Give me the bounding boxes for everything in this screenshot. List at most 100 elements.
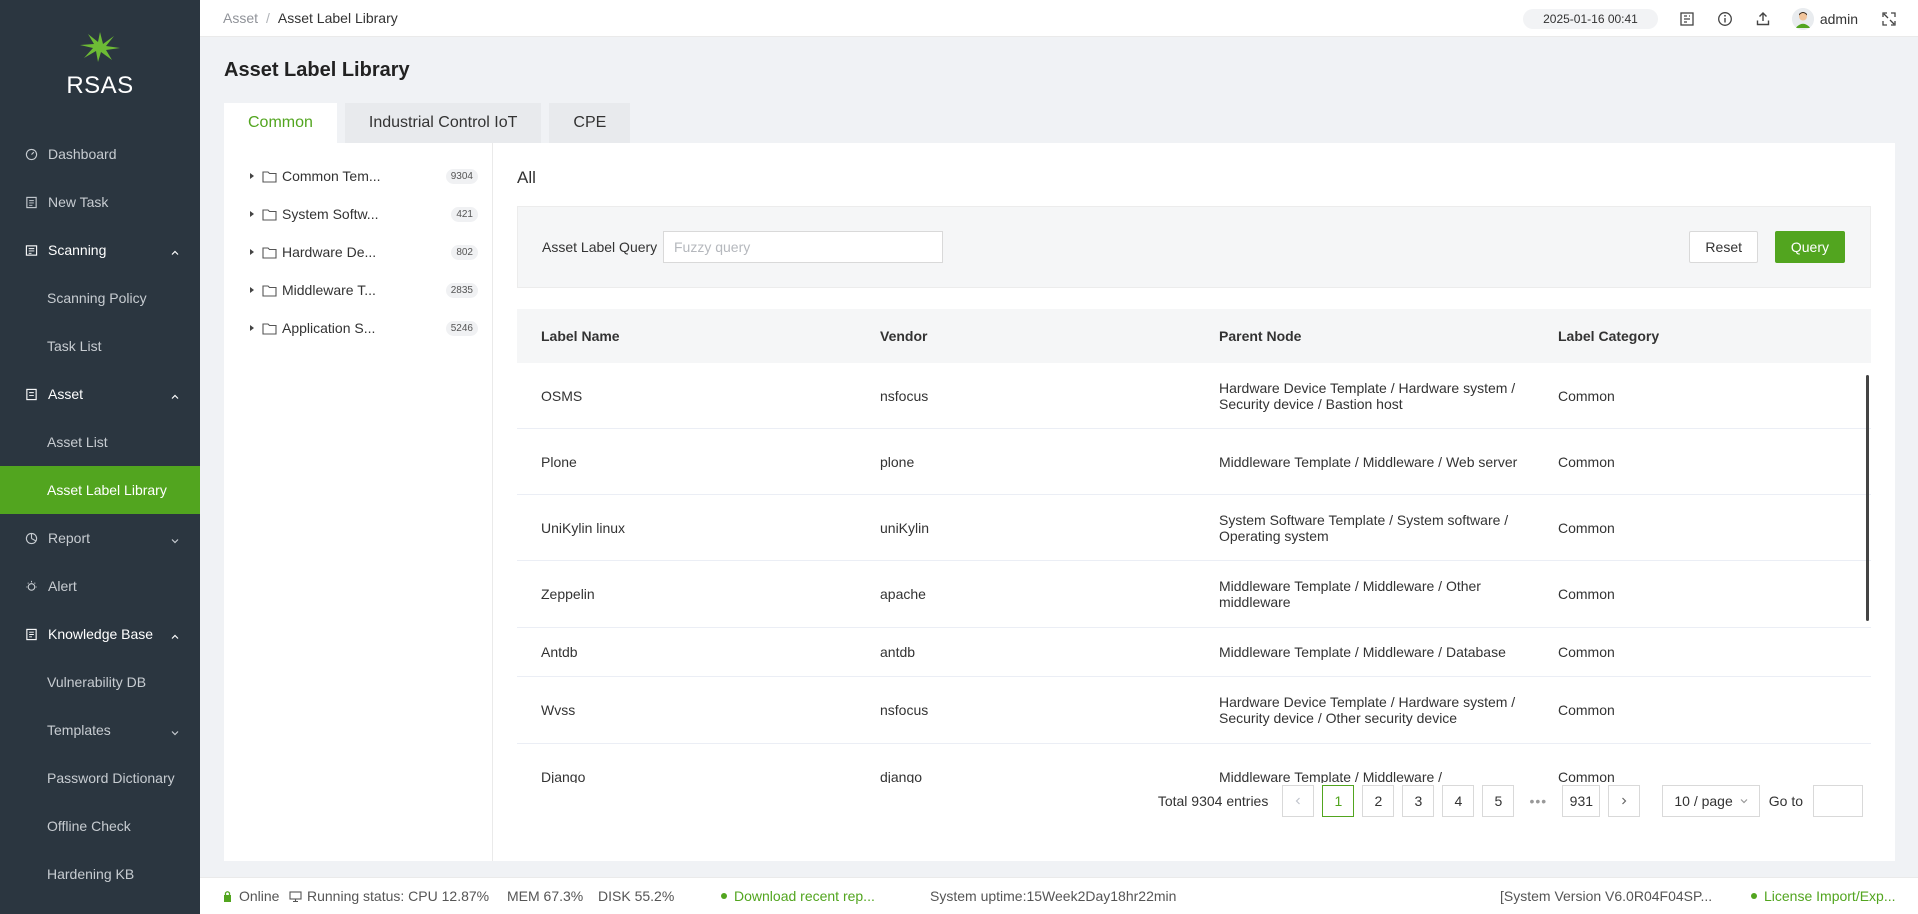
- tab-cpe[interactable]: CPE: [549, 103, 631, 143]
- content-card: Common Tem... 9304 System Softw... 421 Hardw…: [224, 143, 1895, 861]
- cell-vendor: uniKylin: [880, 519, 930, 536]
- breadcrumb-separator: /: [266, 10, 270, 26]
- info-icon[interactable]: [1716, 10, 1734, 28]
- sidebar-item-scanning[interactable]: Scanning: [0, 226, 200, 274]
- query-button[interactable]: Query: [1774, 231, 1845, 263]
- download-recent-report-link[interactable]: Download recent rep...: [721, 888, 875, 904]
- goto-page-input[interactable]: [1813, 785, 1863, 817]
- page-size-select[interactable]: 10 / page: [1662, 785, 1760, 817]
- sidebar-item-alert[interactable]: Alert: [0, 562, 200, 610]
- column-header-label-name[interactable]: Label Name: [541, 328, 620, 344]
- column-header-vendor[interactable]: Vendor: [880, 328, 927, 344]
- sidebar-item-task-list[interactable]: Task List: [0, 322, 200, 370]
- more-pages-ellipsis[interactable]: •••: [1522, 793, 1554, 809]
- user-menu[interactable]: admin: [1791, 7, 1858, 30]
- sidebar-item-scanning-policy[interactable]: Scanning Policy: [0, 274, 200, 322]
- cell-label-category: Common: [1558, 586, 1615, 602]
- license-import-export-link[interactable]: License Import/Exp...: [1751, 888, 1896, 904]
- qr-code-icon[interactable]: [1678, 10, 1696, 28]
- sidebar-item-hardening-kb[interactable]: Hardening KB: [0, 850, 200, 898]
- sidebar-item-label: Hardening KB: [47, 866, 135, 882]
- tree-node[interactable]: Application S... 5246: [248, 317, 478, 339]
- tab-industrial-control-iot[interactable]: Industrial Control IoT: [344, 103, 542, 143]
- sidebar-item-templates[interactable]: Templates: [0, 706, 200, 754]
- prev-page-button[interactable]: [1282, 785, 1315, 817]
- label-list-pane: All Asset Label Query Reset Query Label …: [517, 143, 1871, 861]
- page-button-3[interactable]: 3: [1402, 785, 1435, 817]
- online-text: Online: [239, 888, 280, 904]
- tree-node[interactable]: Hardware De... 802: [248, 241, 478, 263]
- column-header-label-category[interactable]: Label Category: [1558, 328, 1659, 344]
- page-title: Asset Label Library: [224, 59, 410, 81]
- breadcrumb-asset-link[interactable]: Asset: [223, 10, 258, 26]
- tree-node-count: 9304: [445, 168, 478, 184]
- table-body[interactable]: OSMS nsfocus Hardware Device Template / Ha…: [517, 363, 1871, 783]
- table-row[interactable]: Antdb antdb Middleware Template / Middlewa…: [517, 628, 1871, 677]
- caret-right-icon[interactable]: [248, 323, 258, 333]
- page-button-5[interactable]: 5: [1482, 785, 1515, 817]
- asset-label-query-input[interactable]: [663, 231, 943, 263]
- page-button-2[interactable]: 2: [1362, 785, 1395, 817]
- chevron-down-icon: [170, 533, 180, 544]
- pagination-total: Total 9304 entries: [1157, 793, 1269, 809]
- tree-node-label: Application S...: [282, 320, 376, 336]
- sidebar-item-new-task[interactable]: New Task: [0, 178, 200, 226]
- sidebar-item-asset-list[interactable]: Asset List: [0, 418, 200, 466]
- sidebar-item-password-dictionary[interactable]: Password Dictionary: [0, 754, 200, 802]
- page-button-1[interactable]: 1: [1322, 785, 1355, 817]
- folder-icon: [262, 245, 278, 259]
- upload-icon[interactable]: [1754, 10, 1772, 28]
- caret-right-icon[interactable]: [248, 247, 258, 257]
- sidebar-item-asset-label-library[interactable]: Asset Label Library: [0, 466, 200, 514]
- table-row[interactable]: Wvss nsfocus Hardware Device Template / Ha…: [517, 677, 1871, 744]
- cell-vendor: nsfocus: [880, 702, 929, 718]
- tree-node-label: Common Tem...: [282, 168, 381, 184]
- logo-icon: [80, 32, 120, 62]
- disk-status: DISK 55.2%: [598, 888, 675, 904]
- tree-node[interactable]: System Softw... 421: [248, 203, 478, 225]
- table-row[interactable]: Plone plone Middleware Template / Middlewa…: [517, 429, 1871, 495]
- sidebar: RSAS Dashboard New Task Scanning Scannin…: [0, 0, 200, 914]
- table-row[interactable]: Zeppelin apache Middleware Template / Midd…: [517, 561, 1871, 628]
- tree-node-count: 5246: [445, 320, 478, 336]
- chevron-right-icon: [1622, 797, 1627, 805]
- cell-label-category: Common: [1558, 644, 1615, 660]
- monitor-icon: [289, 890, 302, 902]
- sidebar-item-label: Vulnerability DB: [47, 674, 147, 690]
- tab-common[interactable]: Common: [224, 103, 337, 143]
- query-panel: Asset Label Query Reset Query: [517, 206, 1871, 288]
- new-task-icon: [24, 195, 38, 209]
- table-row[interactable]: OSMS nsfocus Hardware Device Template / Ha…: [517, 363, 1871, 429]
- fullscreen-icon[interactable]: [1880, 10, 1898, 28]
- license-import-export-text: License Import/Exp...: [1764, 888, 1896, 904]
- asset-label-table: Label Name Vendor Parent Node Label Cate…: [517, 309, 1871, 783]
- caret-right-icon[interactable]: [248, 209, 258, 219]
- running-status: Running status: CPU 12.87%: [289, 888, 489, 904]
- sidebar-item-knowledge-base[interactable]: Knowledge Base: [0, 610, 200, 658]
- next-page-button[interactable]: [1608, 785, 1641, 817]
- status-dot: [721, 893, 727, 899]
- table-row[interactable]: Django django Middleware Template / Middle…: [517, 744, 1871, 784]
- sidebar-item-label: Asset List: [47, 434, 108, 450]
- online-status: Online: [221, 888, 279, 904]
- caret-right-icon[interactable]: [248, 171, 258, 181]
- cell-parent-node: System Software Template / System softwa…: [1219, 511, 1509, 544]
- cell-label-name: Django: [541, 768, 586, 784]
- page-button-4[interactable]: 4: [1442, 785, 1475, 817]
- tree-node-label: Hardware De...: [282, 244, 377, 260]
- table-row[interactable]: UniKylin linux uniKylin System Software Te…: [517, 495, 1871, 561]
- sidebar-item-asset[interactable]: Asset: [0, 370, 200, 418]
- table-header: Label Name Vendor Parent Node Label Cate…: [517, 309, 1871, 363]
- sidebar-item-dashboard[interactable]: Dashboard: [0, 130, 200, 178]
- page-button-last[interactable]: 931: [1562, 785, 1601, 817]
- caret-right-icon[interactable]: [248, 285, 258, 295]
- reset-button[interactable]: Reset: [1689, 231, 1758, 263]
- sidebar-item-vulnerability-db[interactable]: Vulnerability DB: [0, 658, 200, 706]
- table-scrollbar[interactable]: [1866, 375, 1869, 621]
- column-header-parent-node[interactable]: Parent Node: [1219, 328, 1519, 344]
- tree-node[interactable]: Common Tem... 9304: [248, 165, 478, 187]
- tree-node[interactable]: Middleware T... 2835: [248, 279, 478, 301]
- sidebar-item-offline-check[interactable]: Offline Check: [0, 802, 200, 850]
- sidebar-item-report[interactable]: Report: [0, 514, 200, 562]
- cell-label-name: Antdb: [541, 644, 578, 660]
